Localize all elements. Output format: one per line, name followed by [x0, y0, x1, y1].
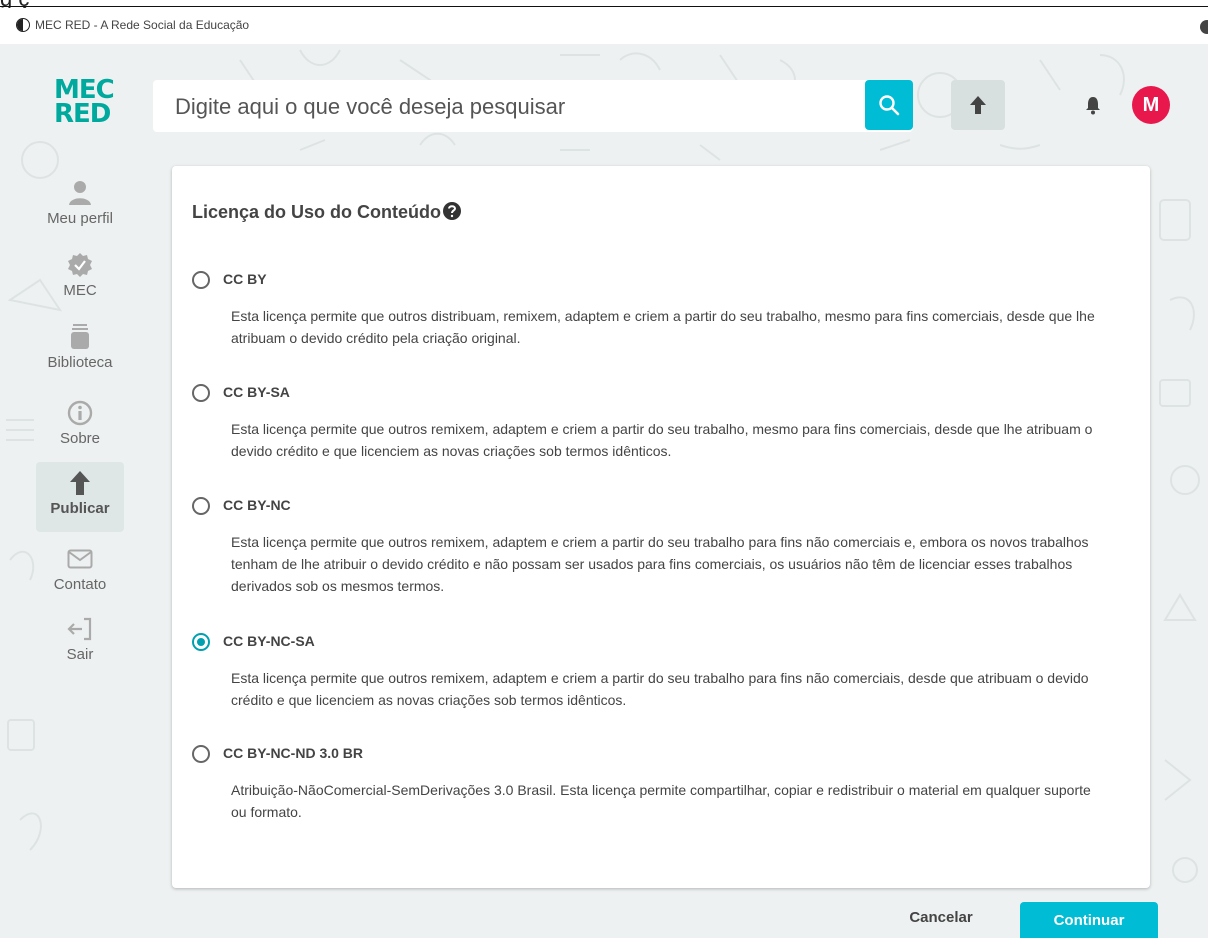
search-bar — [153, 80, 913, 132]
sidebar-item-contato[interactable]: Contato — [36, 532, 124, 606]
license-option-cc-by[interactable]: CC BY Esta licença permite que outros di… — [192, 271, 1112, 351]
search-button[interactable] — [865, 80, 913, 130]
option-title: CC BY-NC-ND 3.0 BR — [223, 745, 364, 761]
search-icon — [879, 95, 900, 116]
mec-red-logo[interactable]: MEC RED — [54, 77, 115, 129]
sidebar-item-label: Biblioteca — [47, 354, 113, 371]
bell-icon — [1086, 97, 1100, 115]
radio-button[interactable] — [192, 384, 210, 402]
verified-check-icon — [68, 253, 92, 277]
sidebar-item-sobre[interactable]: Sobre — [36, 386, 124, 460]
notifications-button[interactable] — [1078, 90, 1108, 120]
avatar[interactable]: M — [1132, 86, 1170, 124]
option-title: CC BY-NC — [223, 497, 291, 513]
sidebar-item-label: Contato — [53, 576, 107, 593]
search-input[interactable] — [173, 90, 857, 124]
upload-button[interactable] — [951, 80, 1005, 130]
user-icon — [69, 181, 91, 205]
help-icon[interactable] — [442, 201, 462, 221]
sidebar-item-label: Sair — [66, 646, 94, 663]
info-icon — [67, 400, 93, 426]
sidebar-item-label: Meu perfil — [47, 210, 113, 227]
sidebar-item-label: Publicar — [50, 500, 110, 517]
option-title: CC BY-NC-SA — [223, 633, 315, 649]
browser-tab-strip: MEC RED - A Rede Social da Educação — [0, 8, 1208, 44]
option-description: Atribuição-NãoComercial-SemDerivações 3.… — [231, 782, 1091, 820]
top-cut-strip: g ç — [0, 0, 1208, 11]
page-title: Licença do Uso do Conteúdo — [192, 202, 462, 223]
logo-line-2: RED — [54, 99, 111, 129]
upload-arrow-icon — [970, 96, 986, 114]
sidebar-item-publicar[interactable]: Publicar — [36, 462, 124, 532]
upload-arrow-icon — [70, 471, 90, 495]
option-title: CC BY-SA — [223, 384, 290, 400]
sidebar-item-meu-perfil[interactable]: Meu perfil — [36, 170, 124, 236]
sidebar-item-biblioteca[interactable]: Biblioteca — [36, 310, 124, 386]
radio-button[interactable] — [192, 271, 210, 289]
cancel-button[interactable]: Cancelar — [886, 902, 996, 932]
license-option-cc-by-sa[interactable]: CC BY-SA Esta licença permite que outros… — [192, 384, 1112, 464]
library-icon — [71, 324, 89, 349]
option-description: Esta licença permite que outros distribu… — [231, 308, 1095, 346]
radio-button[interactable] — [192, 745, 210, 763]
sidebar-item-label: Sobre — [59, 430, 101, 447]
logout-icon — [67, 617, 92, 641]
option-title: CC BY — [223, 271, 267, 287]
option-description: Esta licença permite que outros remixem,… — [231, 421, 1093, 459]
sidebar: Meu perfil MEC Biblioteca Sobre Publicar… — [36, 170, 124, 670]
contrast-icon — [16, 18, 30, 32]
divider — [0, 6, 1208, 7]
continue-button[interactable]: Continuar — [1020, 902, 1158, 938]
radio-button[interactable] — [192, 497, 210, 515]
license-option-cc-by-nc[interactable]: CC BY-NC Esta licença permite que outros… — [192, 497, 1112, 597]
license-title: Licença do Uso do Conteúdo — [192, 202, 442, 222]
license-option-cc-by-nc-nd[interactable]: CC BY-NC-ND 3.0 BR Atribuição-NãoComerci… — [192, 745, 1112, 825]
license-card: Licença do Uso do Conteúdo CC BY Esta li… — [172, 166, 1150, 888]
license-option-cc-by-nc-sa[interactable]: CC BY-NC-SA Esta licença permite que out… — [192, 633, 1112, 713]
sidebar-item-label: MEC — [63, 282, 97, 299]
mail-icon — [67, 549, 93, 569]
option-description: Esta licença permite que outros remixem,… — [231, 670, 1089, 708]
radio-button-selected[interactable] — [192, 633, 210, 651]
tab-title[interactable]: MEC RED - A Rede Social da Educação — [35, 18, 249, 32]
sidebar-item-sair[interactable]: Sair — [36, 606, 124, 670]
window-control-icon[interactable] — [1200, 20, 1208, 34]
sidebar-item-mec[interactable]: MEC — [36, 236, 124, 310]
option-description: Esta licença permite que outros remixem,… — [231, 534, 1089, 594]
